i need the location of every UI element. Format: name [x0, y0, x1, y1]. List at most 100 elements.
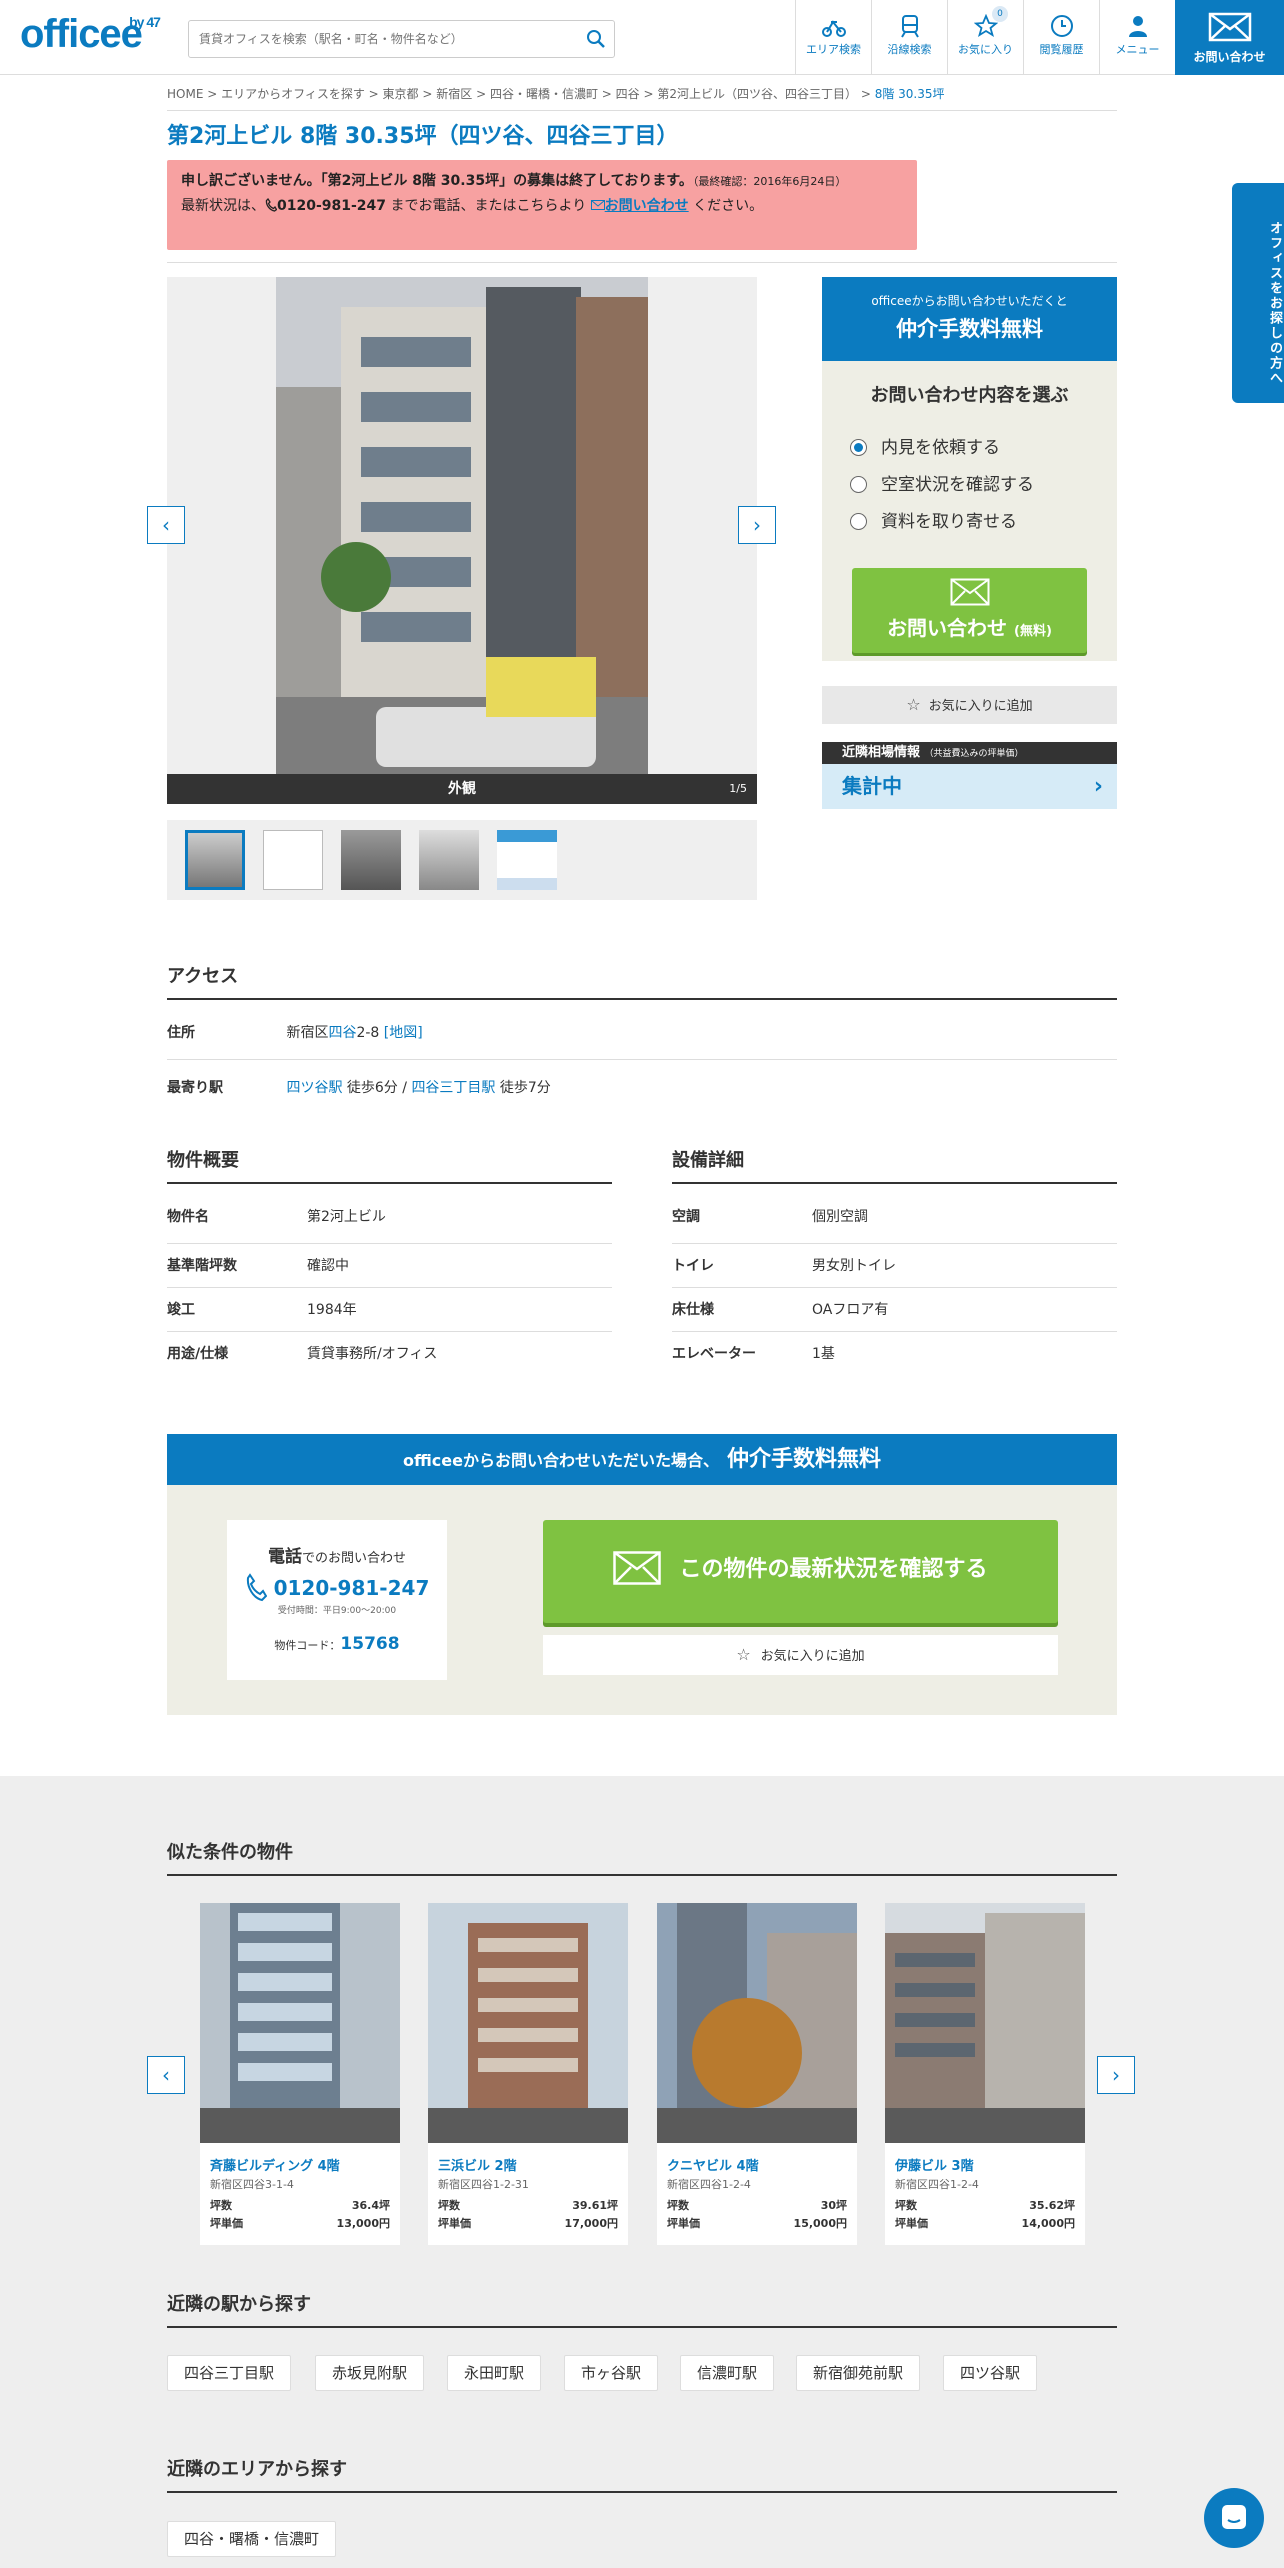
phone-icon — [265, 197, 278, 212]
chat-button[interactable] — [1204, 2488, 1264, 2548]
bike-icon — [821, 20, 846, 37]
similar-property-card[interactable]: 三浜ビル 2階 新宿区四谷1-2-31 坪数 39.61坪 坪単価 17,000円 — [428, 1903, 628, 2245]
nav-line-search[interactable]: 沿線検索 — [871, 0, 947, 75]
equipment-row: 空調 個別空調 — [672, 1190, 1117, 1244]
tel-title: 電話 — [267, 1547, 302, 1567]
search-box — [188, 20, 615, 58]
card-name: クニヤビル 4階 — [667, 2159, 759, 2174]
train-icon — [900, 15, 919, 38]
nav-label: お気に入り — [958, 43, 1013, 56]
gallery-prev-button[interactable]: ‹ — [147, 506, 185, 544]
row-label: トイレ — [672, 1258, 714, 1274]
areas-heading: 近隣のエリアから探す — [167, 2455, 1117, 2493]
breadcrumb: HOME > エリアからオフィスを探す > 東京都 > 新宿区 > 四谷・曙橋・… — [167, 87, 945, 101]
building-illustration — [276, 277, 648, 774]
notice-phone[interactable]: 0120-981-247 — [277, 198, 386, 214]
card-size: 坪数 39.61坪 — [438, 2199, 618, 2212]
row-value: 1984年 — [307, 1302, 357, 1318]
access-row-address: 住所 新宿区四谷2-8 [地図] — [167, 1006, 1117, 1060]
nav-label: メニュー — [1115, 43, 1160, 56]
nav-menu[interactable]: メニュー — [1099, 0, 1175, 75]
notice-message: 申し訳ございません。「第2河上ビル 8階 30.35坪」の募集は終了しております… — [181, 173, 693, 189]
similar-next-button[interactable]: › — [1097, 2056, 1135, 2094]
breadcrumb-item[interactable]: 新宿区 — [436, 87, 472, 101]
row-value: 男女別トイレ — [812, 1258, 896, 1274]
overview-heading: 物件概要 — [167, 1146, 612, 1184]
office-search-side-tab[interactable]: オフィスをお探しの方へ — [1232, 183, 1284, 403]
star-outline-icon: ☆ — [736, 1645, 751, 1664]
cta-add-favorite-button[interactable]: ☆ お気に入りに追加 — [543, 1635, 1058, 1675]
radio-documents[interactable]: 資料を取り寄せる — [850, 507, 1017, 532]
inquiry-header-big: 仲介手数料無料 — [896, 317, 1043, 341]
station-link[interactable]: 四ツ谷駅 — [286, 1080, 342, 1096]
walk-time: 徒歩7分 — [495, 1080, 551, 1096]
breadcrumb-current: 8階 30.35坪 — [874, 87, 945, 101]
breadcrumb-item[interactable]: 四谷 — [616, 87, 640, 101]
address-area-link[interactable]: 四谷 — [328, 1025, 356, 1041]
property-thumbnail — [200, 1903, 400, 2143]
station-link[interactable]: 四谷三丁目駅 — [411, 1080, 495, 1096]
similar-property-card[interactable]: 伊藤ビル 3階 新宿区四谷1-2-4 坪数 35.62坪 坪単価 14,000円 — [885, 1903, 1085, 2245]
station-chip[interactable]: 市ヶ谷駅 — [564, 2355, 659, 2391]
breadcrumb-item[interactable]: 東京都 — [383, 87, 419, 101]
nav-history[interactable]: 閲覧履歴 — [1023, 0, 1099, 75]
overview-row: 基準階坪数 確認中 — [167, 1244, 612, 1288]
chevron-right-icon: › — [1093, 774, 1103, 799]
breadcrumb-item[interactable]: 第2河上ビル（四ツ谷、四谷三丁目） — [657, 87, 857, 101]
thumbnail[interactable] — [185, 830, 245, 890]
breadcrumb-item[interactable]: HOME — [167, 87, 203, 101]
notice-contact-link[interactable]: お問い合わせ — [590, 198, 689, 214]
card-size: 坪数 30坪 — [667, 2199, 847, 2212]
search-input[interactable] — [189, 21, 569, 57]
row-value: OAフロア有 — [812, 1302, 889, 1318]
equipment-row: 床仕様 OAフロア有 — [672, 1288, 1117, 1332]
station-chip[interactable]: 永田町駅 — [447, 2355, 542, 2391]
row-label: 最寄り駅 — [167, 1080, 223, 1096]
similar-prev-button[interactable]: ‹ — [147, 2056, 185, 2094]
photo-caption: 外観 1/5 — [167, 774, 757, 804]
check-status-button[interactable]: この物件の最新状況を確認する — [543, 1520, 1058, 1623]
breadcrumb-item[interactable]: エリアからオフィスを探す — [221, 87, 365, 101]
notice-text: 最新状況は、 — [181, 198, 265, 214]
inquiry-question: お問い合わせ内容を選ぶ — [870, 385, 1069, 406]
card-price: 坪単価 14,000円 — [895, 2217, 1075, 2230]
tel-number[interactable]: 0120-981-247 — [274, 1576, 430, 1600]
gallery-next-button[interactable]: › — [738, 506, 776, 544]
header-contact-button[interactable]: お問い合わせ — [1175, 0, 1284, 75]
thumbnail[interactable] — [263, 830, 323, 890]
search-icon[interactable] — [586, 29, 606, 49]
radio-viewing[interactable]: 内見を依頼する — [850, 433, 1000, 458]
header-contact-label: お問い合わせ — [1193, 50, 1266, 64]
row-value: 賃貸事務所/オフィス — [307, 1346, 438, 1362]
nav-label: エリア検索 — [806, 43, 861, 56]
inquiry-submit-button[interactable]: お問い合わせ (無料) — [852, 568, 1087, 653]
site-logo[interactable]: officee by 47 — [20, 12, 161, 57]
closed-notice: 申し訳ございません。「第2河上ビル 8階 30.35坪」の募集は終了しております… — [167, 160, 917, 250]
thumbnail[interactable] — [341, 830, 401, 890]
map-link[interactable]: [地図] — [384, 1025, 423, 1041]
thumbnail[interactable] — [419, 830, 479, 890]
overview-row: 用途/仕様 賃貸事務所/オフィス — [167, 1332, 612, 1376]
similar-property-card[interactable]: 斉藤ビルディング 4階 新宿区四谷3-1-4 坪数 36.4坪 坪単価 13,000… — [200, 1903, 400, 2245]
add-favorite-button[interactable]: ☆ お気に入りに追加 — [822, 686, 1117, 724]
card-price: 坪単価 15,000円 — [667, 2217, 847, 2230]
station-chip[interactable]: 新宿御苑前駅 — [796, 2355, 921, 2391]
station-chip[interactable]: 四谷三丁目駅 — [167, 2355, 292, 2391]
market-info-header: 近隣相場情報 （共益費込みの坪単価） — [822, 742, 1117, 764]
breadcrumb-item[interactable]: 四谷・曙橋・信濃町 — [490, 87, 598, 101]
station-chip[interactable]: 四ツ谷駅 — [943, 2355, 1038, 2391]
area-chip[interactable]: 四谷・曙橋・信濃町 — [167, 2521, 337, 2557]
notice-date: （最終確認：2016年6月24日） — [692, 175, 847, 188]
similar-property-card[interactable]: クニヤビル 4階 新宿区四谷1-2-4 坪数 30坪 坪単価 15,000円 — [657, 1903, 857, 2245]
card-name: 伊藤ビル 3階 — [895, 2159, 974, 2174]
submit-small: (無料) — [1014, 624, 1052, 639]
nav-favorites[interactable]: 0 お気に入り — [947, 0, 1023, 75]
station-chip[interactable]: 信濃町駅 — [680, 2355, 775, 2391]
nav-area-search[interactable]: エリア検索 — [795, 0, 871, 75]
market-info-button[interactable]: 集計中 › — [822, 764, 1117, 809]
station-chip[interactable]: 赤坂見附駅 — [315, 2355, 425, 2391]
star-outline-icon: ☆ — [906, 695, 921, 714]
radio-vacancy[interactable]: 空室状況を確認する — [850, 470, 1034, 495]
thumbnail[interactable] — [497, 830, 557, 890]
building-photo[interactable] — [276, 277, 648, 774]
